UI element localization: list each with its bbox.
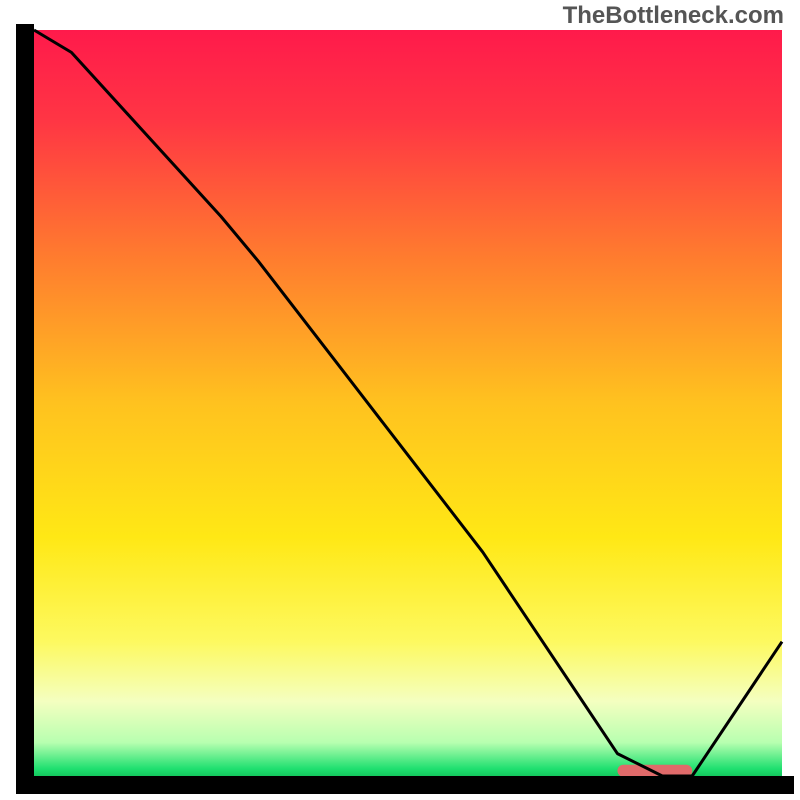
x-axis [16,776,794,794]
y-axis [16,24,34,794]
watermark-text: TheBottleneck.com [563,2,784,30]
bottleneck-chart [0,0,800,800]
plot-background [34,30,782,776]
chart-container: TheBottleneck.com [0,0,800,800]
